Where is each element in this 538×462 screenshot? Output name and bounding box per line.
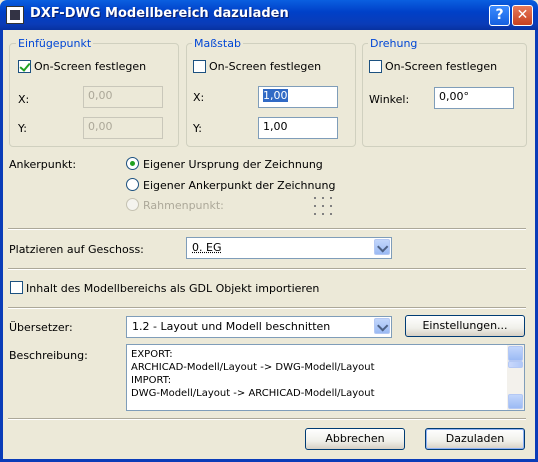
scale-x-field[interactable]: 1,00 <box>258 86 338 108</box>
import-button[interactable]: Dazuladen <box>425 428 525 450</box>
scale-group-title: Maßstab <box>192 37 243 50</box>
rotation-group-title: Drehung <box>368 37 420 50</box>
scale-y-label: Y: <box>193 122 202 135</box>
description-scrollbar[interactable] <box>507 345 524 410</box>
cancel-button[interactable]: Abbrechen <box>305 428 405 450</box>
settings-button[interactable]: Einstellungen... <box>405 315 525 337</box>
description-line: EXPORT: <box>131 349 173 360</box>
rotation-angle-field[interactable]: 0,00° <box>434 87 514 109</box>
scale-onscreen-label: On-Screen festlegen <box>209 60 322 73</box>
chevron-down-icon[interactable] <box>374 239 390 255</box>
insertion-y-field[interactable]: 0,00 <box>83 117 163 139</box>
story-value: 0. EG <box>192 241 222 254</box>
anchor-custom-label: Eigener Ankerpunkt der Zeichnung <box>143 179 336 192</box>
insertion-onscreen-checkbox[interactable] <box>18 60 31 73</box>
anchor-frame-label: Rahmenpunkt: <box>143 199 224 212</box>
separator <box>8 268 526 270</box>
description-textarea[interactable]: EXPORT: ARCHICAD-Modell/Layout -> DWG-Mo… <box>126 344 525 411</box>
description-line: DWG-Modell/Layout -> ARCHICAD-Modell/Lay… <box>131 388 375 399</box>
description-label: Beschreibung: <box>9 349 88 362</box>
anchor-origin-label: Eigener Ursprung der Zeichnung <box>143 158 323 171</box>
translator-select[interactable]: 1.2 - Layout und Modell beschnitten <box>126 316 392 338</box>
scroll-down-button[interactable] <box>508 394 523 409</box>
insertion-y-label: Y: <box>18 122 27 135</box>
insertion-x-label: X: <box>18 93 30 106</box>
close-button[interactable]: ✕ <box>512 5 533 26</box>
chevron-down-icon[interactable] <box>374 318 390 334</box>
insertion-x-field[interactable]: 0,00 <box>83 86 163 108</box>
app-icon <box>6 6 24 24</box>
insertion-onscreen-label: On-Screen festlegen <box>34 60 147 73</box>
rotation-angle-label: Winkel: <box>369 93 410 106</box>
anchor-custom-radio[interactable] <box>126 178 139 191</box>
scroll-up-button[interactable] <box>508 346 523 361</box>
gdl-import-checkbox[interactable] <box>10 281 23 294</box>
title-bar[interactable]: DXF-DWG Modellbereich dazuladen ? ✕ <box>0 0 538 30</box>
separator <box>8 418 526 420</box>
rotation-onscreen-label: On-Screen festlegen <box>385 60 498 73</box>
window-title: DXF-DWG Modellbereich dazuladen <box>30 6 289 21</box>
story-label: Platzieren auf Geschoss: <box>9 243 144 256</box>
scale-x-value: 1,00 <box>263 89 288 102</box>
scale-y-field[interactable]: 1,00 <box>258 117 338 139</box>
translator-label: Übersetzer: <box>9 321 73 334</box>
translator-value: 1.2 - Layout und Modell beschnitten <box>132 320 331 333</box>
separator <box>8 307 526 309</box>
scale-x-label: X: <box>193 91 205 104</box>
gdl-import-label: Inhalt des Modellbereichs als GDL Objekt… <box>26 282 320 295</box>
anchor-frame-radio[interactable] <box>126 198 139 211</box>
description-line: IMPORT: <box>131 375 172 386</box>
story-select[interactable]: 0. EG <box>186 237 392 259</box>
anchor-origin-radio[interactable] <box>126 157 139 170</box>
separator <box>8 228 526 230</box>
insertion-group-title: Einfügepunkt <box>16 37 94 50</box>
rotation-onscreen-checkbox[interactable] <box>369 60 382 73</box>
scroll-thumb[interactable] <box>508 361 523 368</box>
anchor-label: Ankerpunkt: <box>9 158 77 171</box>
frame-point-selector[interactable] <box>314 197 336 219</box>
scale-onscreen-checkbox[interactable] <box>193 60 206 73</box>
help-button[interactable]: ? <box>489 5 510 26</box>
description-line: ARCHICAD-Modell/Layout -> DWG-Modell/Lay… <box>131 362 375 373</box>
